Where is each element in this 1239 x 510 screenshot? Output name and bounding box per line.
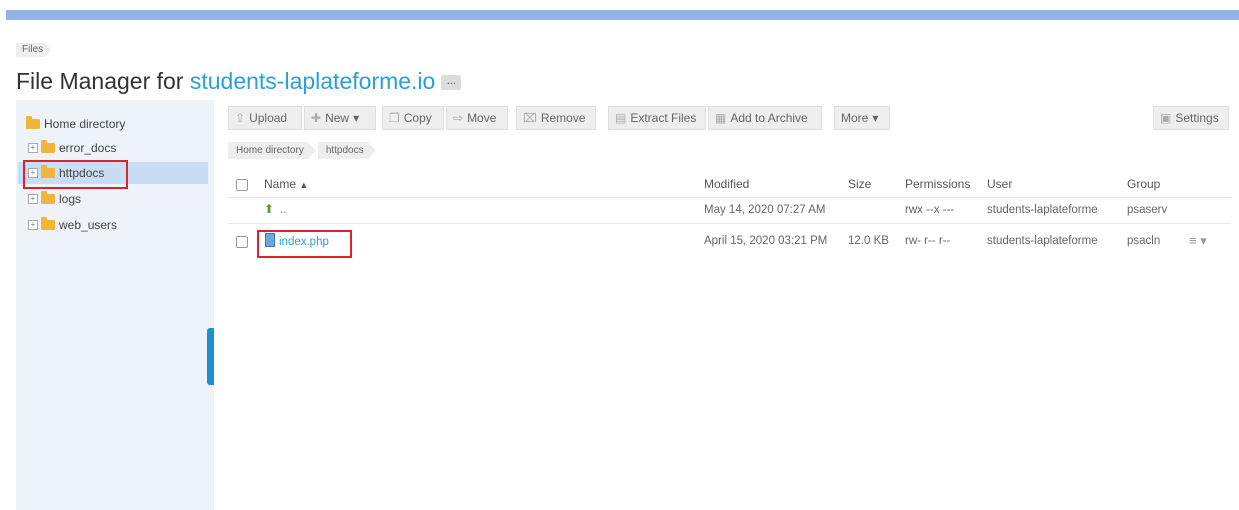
- expand-icon[interactable]: +: [28, 143, 38, 153]
- plus-icon: ✚: [311, 111, 322, 125]
- upload-button[interactable]: ⇧ Upload: [228, 106, 302, 130]
- highlight-box-httpdocs: [23, 160, 128, 189]
- extract-label: Extract Files: [630, 111, 697, 125]
- cell-user: students-laplateforme: [987, 204, 1098, 216]
- tree-item-home-directory[interactable]: Home directory: [26, 114, 125, 134]
- copy-button[interactable]: ❐ Copy: [382, 106, 444, 130]
- folder-icon: [26, 116, 40, 129]
- cell-group: psaserv: [1127, 204, 1168, 216]
- tree-item-logs[interactable]: + logs: [28, 189, 81, 209]
- domain-link[interactable]: students-laplateforme.io: [190, 68, 435, 94]
- tree-item-label: logs: [59, 192, 82, 206]
- column-header-modified[interactable]: Modified: [704, 176, 749, 192]
- extract-icon: ▤: [615, 111, 627, 125]
- cell-modified: April 15, 2020 03:21 PM: [704, 235, 828, 247]
- remove-label: Remove: [540, 111, 586, 125]
- expand-icon[interactable]: +: [28, 220, 38, 230]
- path-segment-home[interactable]: Home directory: [228, 142, 316, 159]
- cell-size: 12.0 KB: [848, 235, 889, 247]
- settings-button[interactable]: ▣ Settings: [1153, 106, 1229, 130]
- tree-item-label: web_users: [59, 218, 118, 232]
- header-divider: [228, 197, 1231, 198]
- page-title: File Manager for students-laplateforme.i…: [16, 66, 462, 96]
- cell-permissions: rw- r-- r--: [905, 235, 951, 247]
- cell-modified: May 14, 2020 07:27 AM: [704, 204, 826, 216]
- settings-label: Settings: [1175, 111, 1219, 125]
- column-header-name-label: Name: [264, 177, 297, 191]
- copy-icon: ❐: [389, 111, 400, 125]
- sort-asc-icon: ▲: [299, 180, 309, 190]
- folder-icon: [41, 217, 55, 230]
- page-title-prefix: File Manager for: [16, 68, 190, 94]
- move-label: Move: [467, 111, 497, 125]
- chevron-down-icon: ▾: [353, 111, 360, 125]
- column-header-size[interactable]: Size: [848, 176, 871, 192]
- tree-item-label: error_docs: [59, 141, 117, 155]
- select-all-checkbox[interactable]: [236, 179, 248, 191]
- breadcrumb-files[interactable]: Files: [16, 43, 51, 57]
- tree-item-web-users[interactable]: + web_users: [28, 215, 117, 235]
- chevron-down-icon: ▾: [872, 111, 879, 125]
- parent-directory-link[interactable]: ..: [280, 202, 286, 218]
- new-label: New: [325, 111, 350, 125]
- expand-icon[interactable]: +: [28, 194, 38, 204]
- top-accent-bar: [6, 10, 1239, 20]
- path-breadcrumb: Home directory httpdocs: [228, 142, 378, 159]
- cell-permissions: rwx --x ---: [905, 204, 955, 216]
- new-button[interactable]: ✚ New ▾: [304, 106, 376, 130]
- column-header-group[interactable]: Group: [1127, 176, 1160, 192]
- column-header-name[interactable]: Name ▲: [264, 176, 308, 193]
- sidebar-collapse-handle[interactable]: [207, 328, 214, 385]
- highlight-box-index-php: [257, 230, 352, 258]
- tree-item-error-docs[interactable]: + error_docs: [28, 138, 116, 158]
- settings-icon: ▣: [1160, 111, 1172, 125]
- archive-icon: ▦: [715, 111, 727, 125]
- column-header-user[interactable]: User: [987, 176, 1012, 192]
- folder-icon: [41, 191, 55, 204]
- more-button[interactable]: More ▾: [834, 106, 890, 130]
- row-checkbox[interactable]: [236, 236, 248, 248]
- remove-icon: ⌧: [523, 111, 537, 125]
- upload-icon: ⇧: [235, 111, 246, 125]
- more-label: More: [841, 111, 869, 125]
- archive-label: Add to Archive: [730, 111, 808, 125]
- column-header-permissions[interactable]: Permissions: [905, 176, 970, 192]
- row-divider: [228, 223, 1231, 224]
- remove-button[interactable]: ⌧ Remove: [516, 106, 596, 130]
- row-actions-menu-icon[interactable]: ≡ ▾: [1189, 232, 1207, 250]
- move-arrow-icon: ⇨: [453, 111, 464, 125]
- add-to-archive-button[interactable]: ▦ Add to Archive: [708, 106, 822, 130]
- title-more-button[interactable]: ...: [441, 75, 462, 91]
- parent-directory-icon: ⬆: [264, 202, 275, 216]
- cell-group: psacln: [1127, 235, 1161, 247]
- extract-files-button[interactable]: ▤ Extract Files: [608, 106, 706, 130]
- upload-label: Upload: [249, 111, 288, 125]
- move-button[interactable]: ⇨ Move: [446, 106, 508, 130]
- folder-icon: [41, 140, 55, 153]
- path-segment-httpdocs[interactable]: httpdocs: [318, 142, 376, 159]
- copy-label: Copy: [403, 111, 432, 125]
- tree-item-label: Home directory: [44, 117, 126, 131]
- cell-user: students-laplateforme: [987, 235, 1098, 247]
